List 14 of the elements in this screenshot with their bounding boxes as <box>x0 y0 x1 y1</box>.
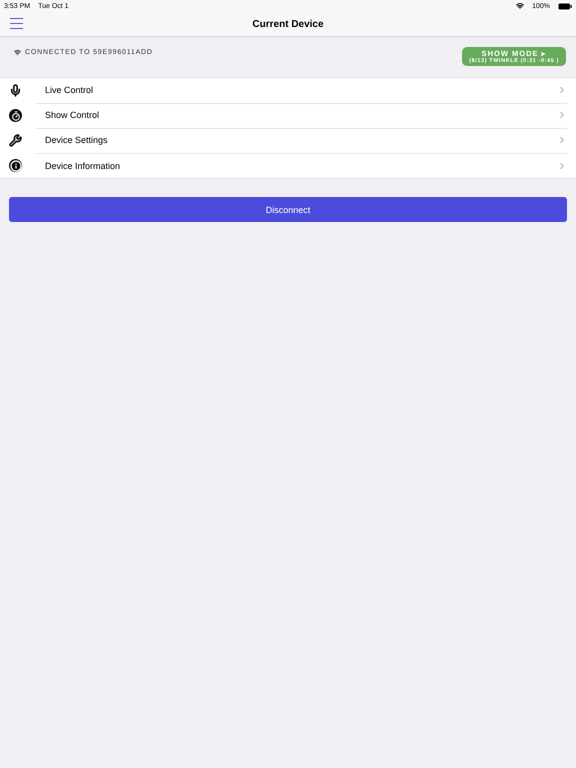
battery-icon <box>558 2 572 10</box>
menu-item[interactable]: Device Settings <box>0 128 576 153</box>
wrench-icon <box>9 134 22 147</box>
wifi-icon <box>516 2 524 10</box>
microphone-icon <box>9 84 22 97</box>
menu-button[interactable] <box>10 18 23 29</box>
menu-item[interactable]: Device Information <box>0 153 576 178</box>
menu-item[interactable]: Live Control <box>0 78 576 103</box>
wifi-icon <box>14 49 21 56</box>
menu-item[interactable]: Show Control <box>0 103 576 128</box>
disconnect-button[interactable]: Disconnect <box>9 197 567 222</box>
nav-title: Current Device <box>252 18 324 30</box>
timer-icon <box>9 109 22 122</box>
info-icon <box>9 159 22 172</box>
